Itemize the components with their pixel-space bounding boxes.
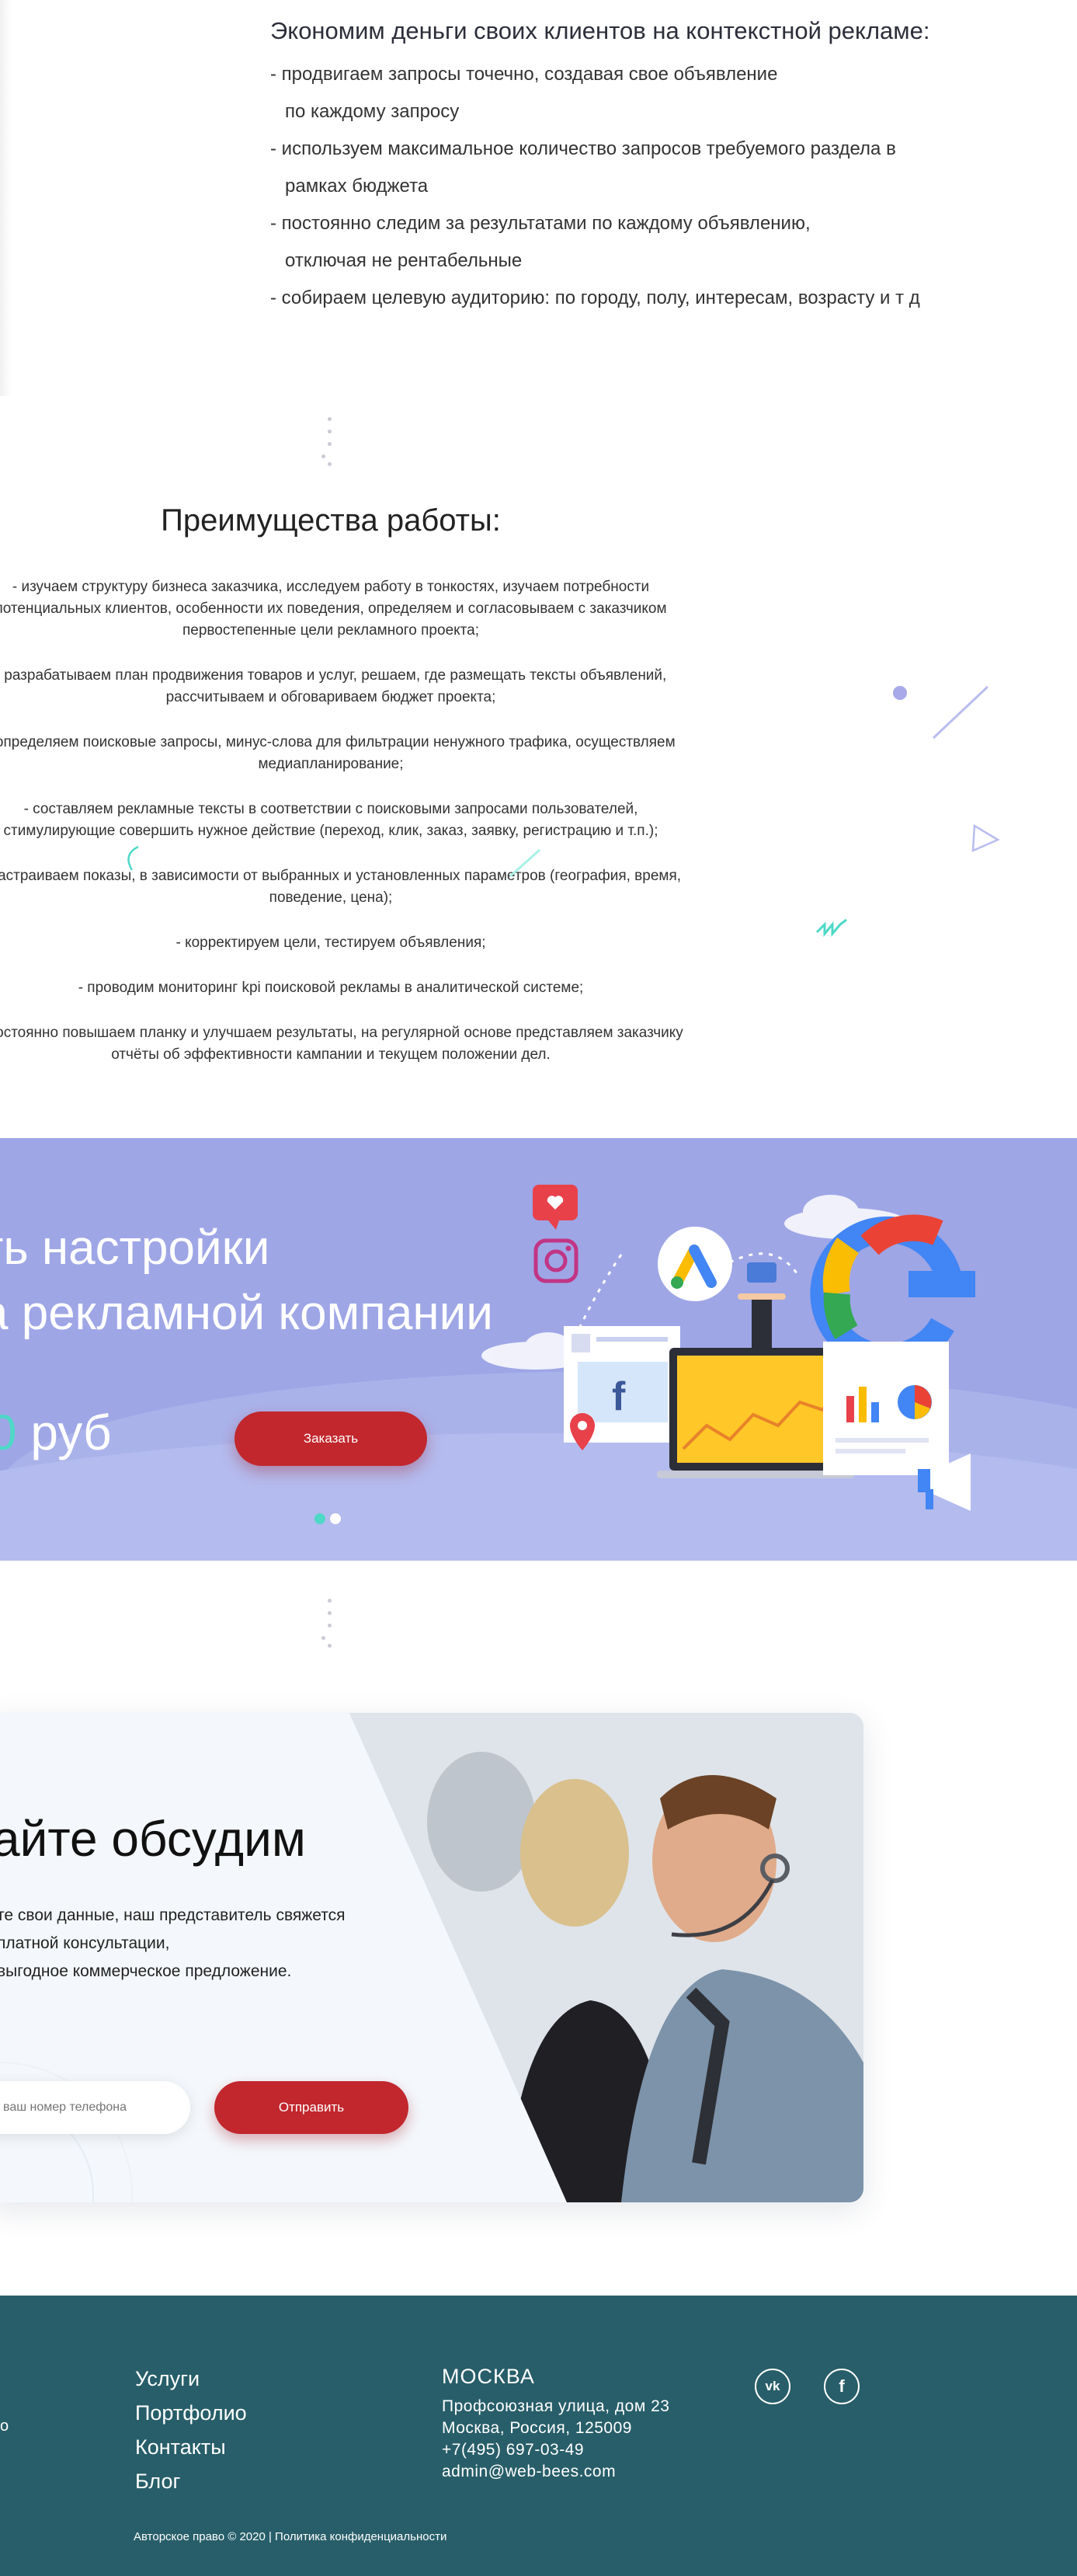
footer-left-fragment: о bbox=[0, 2418, 9, 2435]
econ-line: - собираем целевую аудиторию: по городу,… bbox=[270, 287, 920, 308]
operators-photo bbox=[349, 1713, 863, 2202]
slider-dot[interactable] bbox=[330, 1513, 341, 1524]
banner-line-1: ть настройки bbox=[0, 1221, 270, 1275]
heart-icon bbox=[533, 1185, 578, 1230]
instagram-icon bbox=[533, 1238, 578, 1283]
econ-line: отключая не рентабельные bbox=[285, 250, 523, 271]
footer-link-services[interactable]: Услуги bbox=[135, 2362, 247, 2396]
banner-price: 0 руб bbox=[0, 1404, 112, 1461]
advantage-item: - корректируем цели, тестируем объявлени… bbox=[175, 935, 486, 951]
advantage-item: - разрабатываем план продвижения товаров… bbox=[0, 667, 667, 705]
footer-nav: Услуги Портфолио Контакты Блог bbox=[135, 2362, 247, 2498]
econ-line: по каждому запросу bbox=[285, 101, 460, 122]
footer-email[interactable]: admin@web-bees.com bbox=[442, 2461, 669, 2483]
decor-shapes bbox=[815, 685, 1000, 938]
advantage-item: - проводим мониторинг kpi поисковой рекл… bbox=[78, 980, 584, 996]
footer-link-portfolio[interactable]: Портфолио bbox=[135, 2396, 247, 2430]
econ-list: - продвигаем запросы точечно, создавая с… bbox=[270, 56, 1047, 317]
left-shadow-panel bbox=[0, 0, 11, 396]
copyright[interactable]: Авторское право © 2020 | Политика конфид… bbox=[134, 2530, 446, 2543]
facebook-letter: f bbox=[612, 1374, 626, 1419]
footer-phone[interactable]: +7(495) 697-03-49 bbox=[442, 2439, 669, 2461]
decor-zigzag bbox=[815, 918, 847, 938]
econ-line: - постоянно следим за результатами по ка… bbox=[270, 213, 811, 234]
econ-line: - используем максимальное количество зап… bbox=[270, 138, 896, 159]
ads-illustration: f bbox=[481, 1185, 975, 1511]
slider-pagination bbox=[314, 1513, 346, 1528]
divider-dots bbox=[321, 417, 337, 472]
decor-lines bbox=[127, 845, 541, 878]
send-button[interactable]: Отправить bbox=[214, 2081, 408, 2134]
advantage-item: - изучаем структуру бизнеса заказчика, и… bbox=[0, 579, 667, 639]
facebook-icon[interactable]: f bbox=[824, 2369, 860, 2404]
footer-address: Профсоюзная улица, дом 23 Москва, Россия… bbox=[442, 2396, 669, 2483]
footer-city: МОСКВА bbox=[442, 2365, 535, 2388]
footer-street: Профсоюзная улица, дом 23 bbox=[442, 2397, 670, 2415]
decor-line bbox=[932, 685, 989, 740]
banner-line-2: а рекламной компании bbox=[0, 1286, 493, 1340]
slider-dot-active[interactable] bbox=[314, 1513, 325, 1524]
footer-link-contacts[interactable]: Контакты bbox=[135, 2430, 247, 2464]
footer-link-blog[interactable]: Блог bbox=[135, 2464, 247, 2498]
location-pin-icon bbox=[570, 1413, 595, 1450]
report-card bbox=[823, 1342, 949, 1475]
contact-text-line: те свои данные, наш представитель свяжет… bbox=[0, 1906, 346, 1924]
coffee-cup-icon bbox=[738, 1262, 786, 1348]
promo-banner: ть настройки а рекламной компании 0 руб bbox=[0, 1138, 1077, 1561]
econ-line: рамках бюджета bbox=[285, 176, 429, 197]
price-digit: 0 bbox=[0, 1405, 17, 1460]
advantage-item: - постоянно повышаем планку и улучшаем р… bbox=[0, 1025, 683, 1063]
phone-input[interactable] bbox=[0, 2081, 190, 2134]
google-ads-icon bbox=[658, 1227, 732, 1301]
cloud-shape bbox=[803, 1195, 859, 1229]
decor-dot bbox=[893, 686, 907, 700]
banner-heading: ть настройки а рекламной компании bbox=[0, 1216, 493, 1346]
price-unit: руб bbox=[16, 1405, 112, 1460]
footer-city-line: Москва, Россия, 125009 bbox=[442, 2419, 632, 2437]
decor-triangle bbox=[971, 823, 1000, 852]
econ-heading: Экономим деньги своих клиентов на контек… bbox=[270, 17, 930, 44]
divider-dots bbox=[321, 1599, 337, 1653]
advantages-heading: Преимущества работы: bbox=[161, 503, 501, 538]
advantage-item: - определяем поисковые запросы, минус-сл… bbox=[0, 734, 676, 772]
contact-description: те свои данные, наш представитель свяжет… bbox=[0, 1902, 346, 1986]
order-button[interactable]: Заказать bbox=[235, 1412, 427, 1466]
vk-icon[interactable]: vk bbox=[755, 2369, 790, 2404]
econ-line: - продвигаем запросы точечно, создавая с… bbox=[270, 64, 778, 85]
contact-text-line: платной консультации, bbox=[0, 1934, 170, 1952]
contact-heading: айте обсудим bbox=[0, 1811, 306, 1867]
contact-text-line: выгодное коммерческое предложение. bbox=[0, 1962, 292, 1980]
google-g-icon bbox=[810, 1214, 975, 1370]
